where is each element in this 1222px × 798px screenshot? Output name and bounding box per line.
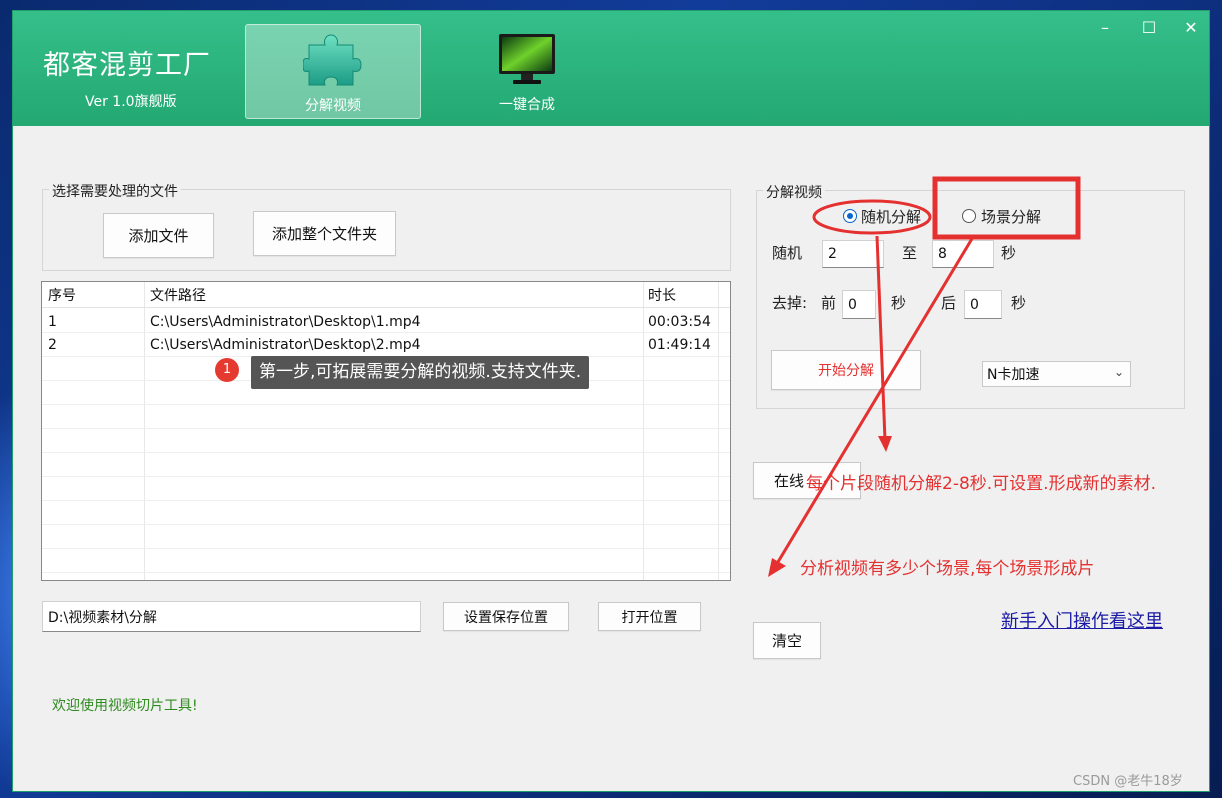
puzzle-icon — [303, 34, 362, 86]
random-split-label[interactable]: 随机分解 — [861, 206, 921, 227]
table-row[interactable]: 2 C:\Users\Administrator\Desktop\2.mp4 0… — [42, 333, 730, 357]
app-window: 都客混剪工厂 Ver 1.0旗舰版 分解视频 一键合成 – ☐ ✕ 选择需要处理… — [12, 10, 1210, 792]
step-tooltip: 第一步,可拓展需要分解的视频.支持文件夹. — [251, 356, 590, 389]
chevron-down-icon: ⌄ — [1113, 365, 1124, 379]
app-version: Ver 1.0旗舰版 — [85, 94, 177, 110]
column-header-duration[interactable]: 时长 — [642, 284, 718, 308]
app-title: 都客混剪工厂 — [43, 50, 211, 81]
row-divider — [42, 500, 730, 501]
gpu-accel-value: N卡加速 — [987, 367, 1040, 383]
status-message: 欢迎使用视频切片工具! — [52, 698, 198, 714]
row-path: C:\Users\Administrator\Desktop\1.mp4 — [150, 314, 421, 330]
tab-split-video[interactable]: 分解视频 — [245, 24, 421, 119]
table-header: 序号 文件路径 时长 — [42, 284, 730, 308]
clear-button[interactable]: 清空 — [753, 622, 821, 659]
open-location-button[interactable]: 打开位置 — [598, 602, 701, 631]
random-label: 随机 — [772, 244, 803, 262]
gpu-accel-select[interactable]: N卡加速 ⌄ — [982, 361, 1131, 387]
random-from-input[interactable]: 2 — [822, 240, 884, 268]
column-header-index[interactable]: 序号 — [42, 284, 144, 308]
trim-front-input[interactable]: 0 — [842, 290, 876, 319]
maximize-button[interactable]: ☐ — [1135, 17, 1163, 39]
to-label: 至 — [902, 244, 918, 262]
random-to-input[interactable]: 8 — [932, 240, 994, 268]
row-path: C:\Users\Administrator\Desktop\2.mp4 — [150, 337, 421, 353]
trim-label: 去掉: — [772, 294, 808, 312]
tab-one-click-compose[interactable]: 一键合成 — [439, 24, 615, 119]
random-split-radio[interactable] — [843, 209, 857, 223]
row-divider — [42, 524, 730, 525]
file-list-table[interactable]: 序号 文件路径 时长 1 C:\Users\Administrator\Desk… — [41, 281, 731, 581]
app-header: 都客混剪工厂 Ver 1.0旗舰版 分解视频 一键合成 – ☐ ✕ — [13, 11, 1209, 126]
column-header-path[interactable]: 文件路径 — [144, 284, 642, 308]
row-divider — [42, 572, 730, 573]
row-divider — [42, 476, 730, 477]
monitor-icon — [499, 34, 555, 84]
back-label: 后 — [941, 294, 957, 312]
row-duration: 00:03:54 — [648, 314, 711, 330]
close-button[interactable]: ✕ — [1177, 17, 1205, 39]
help-link[interactable]: 新手入门操作看这里 — [1001, 607, 1163, 633]
scene-split-label[interactable]: 场景分解 — [981, 206, 1041, 227]
scene-split-note: 分析视频有多少个场景,每个场景形成片 — [800, 559, 1095, 579]
set-save-location-button[interactable]: 设置保存位置 — [443, 602, 569, 631]
split-group-title: 分解视频 — [763, 182, 825, 202]
watermark: CSDN @老牛18岁 — [1073, 774, 1183, 789]
row-duration: 01:49:14 — [648, 337, 711, 353]
seconds-label: 秒 — [1001, 244, 1017, 262]
tab-one-click-compose-label: 一键合成 — [499, 97, 555, 113]
minimize-button[interactable]: – — [1091, 17, 1119, 39]
start-split-button[interactable]: 开始分解 — [771, 350, 921, 390]
row-index: 2 — [48, 337, 57, 353]
table-row[interactable]: 1 C:\Users\Administrator\Desktop\1.mp4 0… — [42, 310, 730, 334]
tab-split-video-label: 分解视频 — [305, 98, 361, 114]
save-path-input[interactable]: D:\视频素材\分解 — [42, 601, 421, 632]
row-divider — [42, 404, 730, 405]
random-split-note: 每个片段随机分解2-8秒.可设置.形成新的素材. — [806, 474, 1156, 494]
row-divider — [42, 452, 730, 453]
file-select-group-title: 选择需要处理的文件 — [49, 181, 181, 201]
trim-back-input[interactable]: 0 — [964, 290, 1002, 319]
front-seconds-label: 秒 — [891, 294, 907, 312]
row-divider — [42, 428, 730, 429]
step-badge: 1 — [215, 358, 239, 382]
add-file-button[interactable]: 添加文件 — [103, 213, 214, 258]
row-divider — [42, 548, 730, 549]
front-label: 前 — [821, 294, 837, 312]
back-seconds-label: 秒 — [1011, 294, 1027, 312]
scene-split-radio[interactable] — [962, 209, 976, 223]
add-folder-button[interactable]: 添加整个文件夹 — [253, 211, 396, 256]
row-index: 1 — [48, 314, 57, 330]
